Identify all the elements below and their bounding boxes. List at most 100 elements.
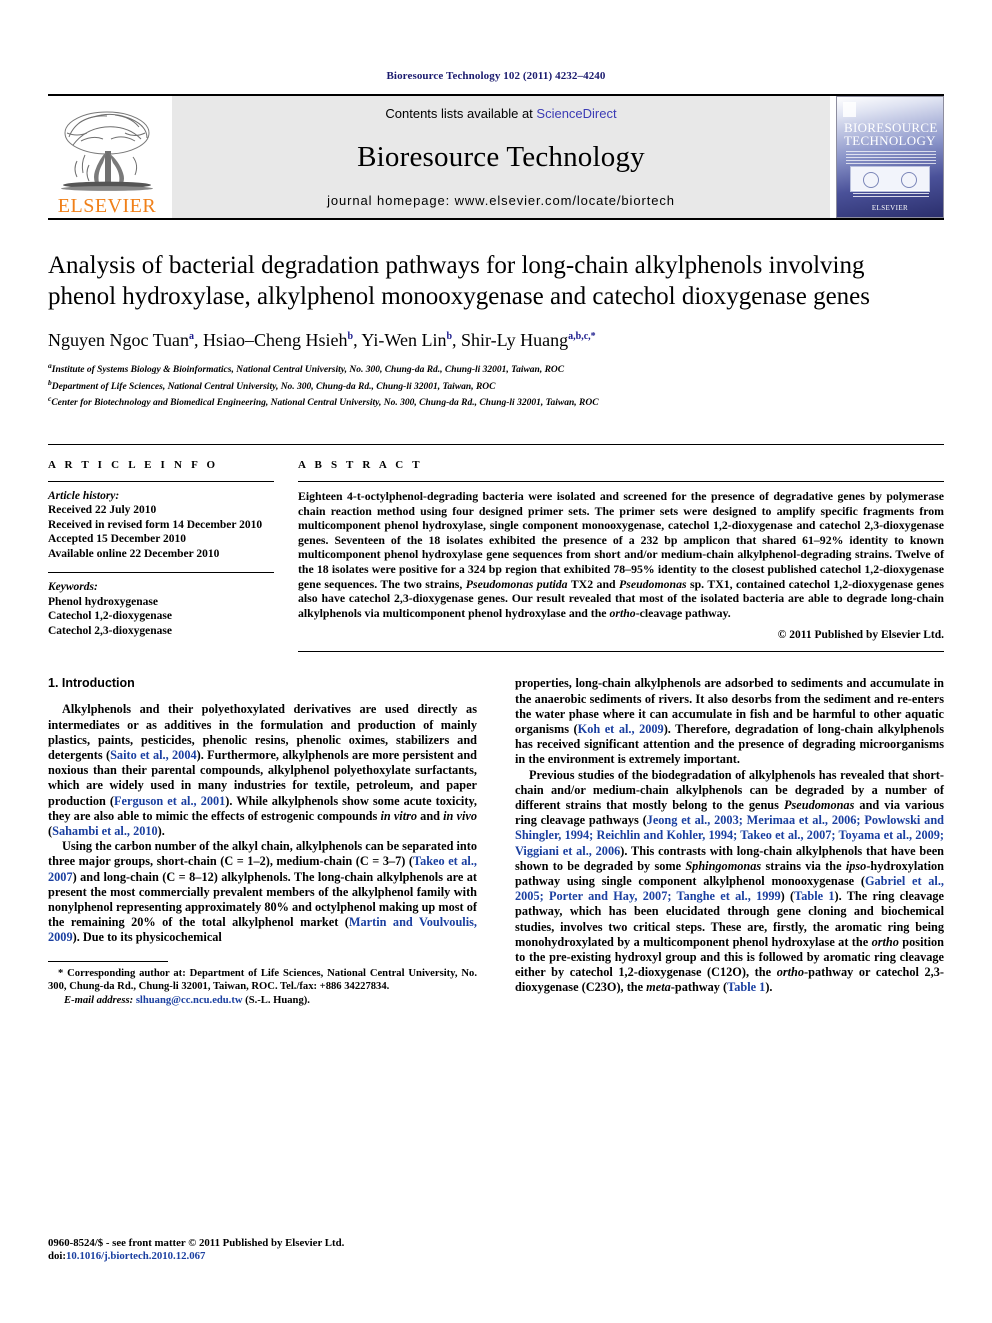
section-heading-introduction: 1. Introduction: [48, 676, 135, 691]
author-entry: Nguyen Ngoc Tuana: [48, 330, 194, 350]
cover-publisher-mark: ELSEVIER: [871, 204, 909, 212]
article-info-rule: [48, 480, 274, 482]
intro-paragraph-3: properties, long-chain alkylphenols are …: [515, 676, 944, 767]
doi-label: doi:: [48, 1250, 66, 1262]
cover-subtitle-lines: [846, 151, 936, 164]
abstract-text: Eighteen 4-t-octylphenol-degrading bacte…: [298, 489, 944, 620]
affiliation-text: Center for Biotechnology and Biomedical …: [51, 398, 599, 409]
sciencedirect-link[interactable]: ScienceDirect: [536, 106, 616, 121]
body-text-run: ipso: [845, 858, 867, 873]
journal-title: Bioresource Technology: [357, 140, 645, 173]
doi-line: doi:10.1016/j.biortech.2010.12.067: [48, 1250, 344, 1263]
article-history-block: Article history: Received 22 July 2010 R…: [48, 489, 274, 562]
citation-link[interactable]: Koh et al., 2009: [578, 722, 664, 736]
journal-masthead: ELSEVIER Contents lists available at Sci…: [48, 94, 944, 218]
citation-link[interactable]: Table 1: [794, 889, 834, 903]
doi-link[interactable]: 10.1016/j.biortech.2010.12.067: [66, 1250, 205, 1262]
body-text-run: Pseudomonas: [783, 797, 855, 812]
author-affil-marker: a: [189, 331, 195, 342]
keyword-item: Catechol 1,2-dioxygenase: [48, 610, 172, 623]
info-abstract-section: A R T I C L E I N F O Article history: R…: [48, 443, 944, 653]
body-columns: 1. Introduction Alkylphenols and their p…: [48, 676, 944, 1007]
body-text-run: -pathway (: [670, 980, 728, 995]
intro-paragraph-4: Previous studies of the biodegradation o…: [515, 768, 944, 996]
body-text-run: ).: [157, 823, 165, 838]
footnote-area: * Corresponding author at: Department of…: [48, 960, 477, 1008]
author-entry: Hsiao–Cheng Hsiehb: [203, 330, 353, 350]
author-name: Nguyen Ngoc Tuan: [48, 330, 190, 350]
email-owner: (S.-L. Huang).: [245, 995, 310, 1007]
abstract-heading: A B S T R A C T: [298, 458, 423, 471]
body-text-run: ortho: [871, 934, 899, 949]
journal-cover-thumbnail: BIORESOURCE TECHNOLOGY ELSEVIER: [836, 96, 944, 218]
intro-paragraph-2: Using the carbon number of the alkyl cha…: [48, 839, 477, 945]
cover-title: BIORESOURCE TECHNOLOGY: [844, 121, 938, 147]
author-entry: Yi-Wen Linb: [361, 330, 452, 350]
intro-paragraph-1: Alkylphenols and their polyethoxylated d…: [48, 702, 477, 839]
elsevier-tree-icon: [55, 107, 159, 195]
cover-figure-graphic: [850, 166, 930, 192]
article-info-column: A R T I C L E I N F O Article history: R…: [48, 445, 298, 652]
body-text-run: ortho: [776, 965, 805, 980]
corresponding-author-note: * Corresponding author at: Department of…: [48, 967, 477, 992]
footer-issn-block: 0960-8524/$ - see front matter © 2011 Pu…: [48, 1237, 344, 1263]
body-text-run: ).: [765, 980, 773, 995]
body-text-run: ). Due to its physicochemical: [72, 930, 222, 945]
abstract-bottom-rule: [298, 651, 944, 653]
abstract-copyright: © 2011 Published by Elsevier Ltd.: [777, 629, 944, 642]
body-text-run: and: [417, 808, 444, 823]
author-name: Yi-Wen Lin: [361, 330, 447, 350]
abstract-part-4: -cleavage pathway.: [635, 605, 731, 620]
citation-link[interactable]: Sahambi et al., 2010: [52, 824, 158, 838]
history-accepted: Accepted 15 December 2010: [48, 533, 187, 546]
abstract-column: A B S T R A C T Eighteen 4-t-octylphenol…: [298, 445, 944, 653]
email-link[interactable]: slhuang@cc.ncu.edu.tw: [136, 995, 243, 1006]
footnote-rule: [48, 960, 168, 962]
abstract-part-2: TX2 and: [567, 576, 620, 591]
contents-lists-line: Contents lists available at ScienceDirec…: [385, 106, 616, 121]
citation-link[interactable]: Table 1: [727, 980, 765, 994]
body-text-run: strains via the: [761, 858, 846, 873]
author-list: Nguyen Ngoc Tuana, Hsiao–Cheng Hsiehb, Y…: [48, 330, 596, 350]
cover-title-line2: TECHNOLOGY: [844, 133, 936, 148]
abstract-top-rule: [298, 480, 944, 482]
journal-homepage-link[interactable]: journal homepage: www.elsevier.com/locat…: [327, 193, 675, 208]
affiliation-item: bDepartment of Life Sciences, National C…: [48, 377, 944, 394]
affiliation-list: aInstitute of Systems Biology & Bioinfor…: [48, 360, 944, 410]
article-page: Bioresource Technology 102 (2011) 4232–4…: [0, 0, 992, 1323]
history-online: Available online 22 December 2010: [48, 547, 220, 560]
history-received: Received 22 July 2010: [48, 504, 157, 517]
elsevier-logo: ELSEVIER: [48, 96, 166, 218]
abstract-italic-3: ortho: [609, 605, 636, 620]
author-affil-marker: b: [446, 331, 453, 342]
abstract-part-1: Eighteen 4-t-octylphenol-degrading bacte…: [298, 488, 944, 591]
body-column-left: 1. Introduction Alkylphenols and their p…: [48, 676, 477, 1007]
citation-link[interactable]: Saito et al., 2004: [110, 748, 197, 762]
article-history-label: Article history:: [48, 489, 120, 502]
issn-line: 0960-8524/$ - see front matter © 2011 Pu…: [48, 1237, 345, 1249]
keywords-block: Keywords: Phenol hydroxygenase Catechol …: [48, 580, 274, 638]
page-title: Analysis of bacterial degradation pathwa…: [48, 252, 870, 310]
abstract-italic-1: Pseudomonas putida: [465, 576, 568, 591]
abstract-italic-2: Pseudomonas: [619, 576, 687, 591]
keywords-rule: [48, 572, 274, 574]
body-text-run: meta: [646, 980, 671, 995]
keywords-label: Keywords:: [48, 581, 98, 594]
masthead-bottom-rule: [48, 218, 944, 220]
author-affil-marker: a,b,c,*: [568, 331, 596, 342]
keyword-item: Phenol hydroxygenase: [48, 595, 159, 608]
email-label: E-mail address:: [64, 995, 134, 1007]
elsevier-wordmark: ELSEVIER: [57, 195, 157, 217]
author-name: Hsiao–Cheng Hsieh: [203, 330, 348, 350]
keyword-item: Catechol 2,3-dioxygenase: [48, 624, 172, 637]
citation-link[interactable]: Ferguson et al., 2001: [114, 794, 225, 808]
body-column-right: properties, long-chain alkylphenols are …: [515, 676, 944, 1007]
affiliation-text: Institute of Systems Biology & Bioinform…: [51, 365, 565, 376]
running-head: Bioresource Technology 102 (2011) 4232–4…: [386, 70, 606, 82]
body-text-run: ) (: [780, 889, 795, 904]
masthead-center-panel: Contents lists available at ScienceDirec…: [172, 96, 830, 218]
article-info-heading: A R T I C L E I N F O: [48, 458, 219, 471]
body-text-run: in vitro: [380, 808, 418, 823]
contents-lists-prefix: Contents lists available at: [385, 106, 537, 121]
